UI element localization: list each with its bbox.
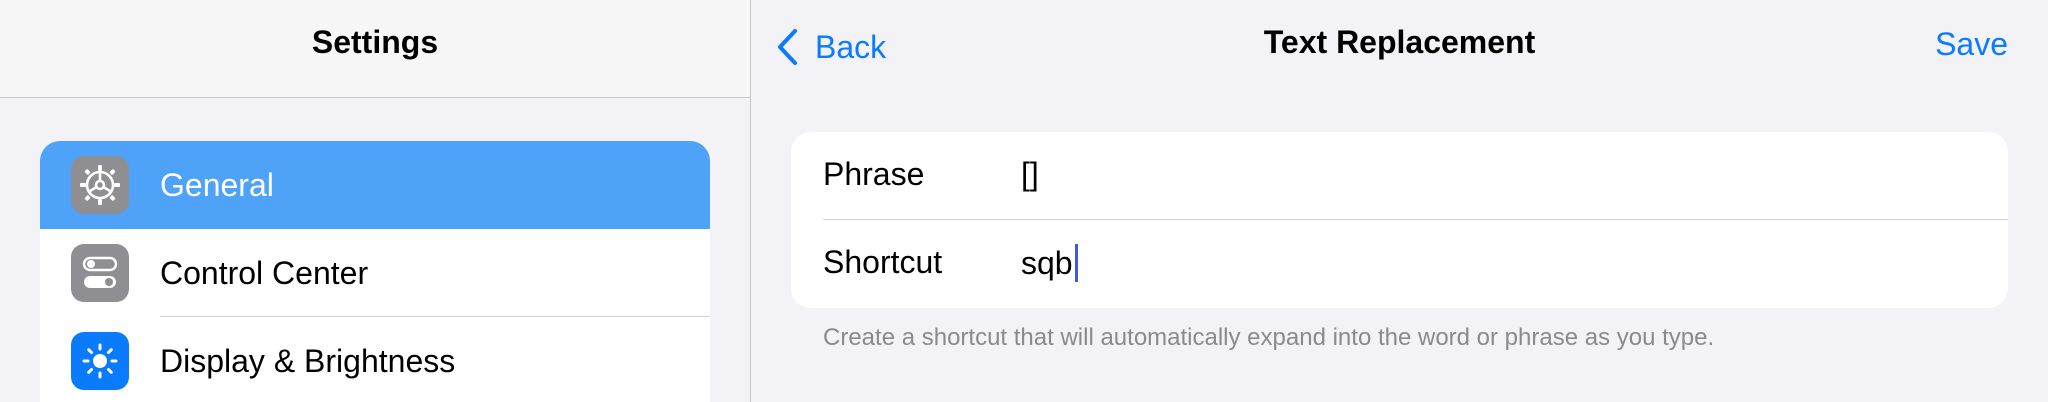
settings-sidebar: Settings General Control Center Display …	[0, 0, 751, 402]
app-window: Settings General Control Center Display …	[0, 0, 2048, 402]
phrase-label: Phrase	[823, 156, 925, 192]
sidebar-item-label: General	[160, 167, 274, 203]
footer-hint: Create a shortcut that will automaticall…	[823, 324, 1715, 351]
sidebar-list: General Control Center Display & Brightn…	[40, 141, 710, 402]
text-replacement-pane: Back Text Replacement Save Phrase [] Sho…	[751, 0, 2048, 402]
phrase-value: []	[1021, 156, 1039, 192]
sidebar-header: Settings	[0, 0, 750, 98]
shortcut-label: Shortcut	[823, 244, 943, 280]
sun-icon	[71, 332, 129, 390]
text-replacement-form: Phrase [] Shortcut sqb	[791, 132, 2008, 308]
gear-icon	[71, 156, 129, 214]
phrase-row[interactable]: Phrase []	[791, 132, 2008, 220]
shortcut-field[interactable]: sqb	[1021, 244, 1078, 282]
sidebar-item-display-brightness[interactable]: Display & Brightness	[40, 317, 710, 402]
sidebar-title: Settings	[311, 24, 439, 60]
sidebar-item-label: Control Center	[160, 255, 369, 291]
shortcut-value: sqb	[1021, 244, 1073, 281]
sidebar-item-control-center[interactable]: Control Center	[40, 229, 710, 317]
toggles-icon	[71, 244, 129, 302]
text-caret	[1074, 244, 1078, 282]
sidebar-item-label: Display & Brightness	[160, 343, 456, 379]
shortcut-row[interactable]: Shortcut sqb	[791, 220, 2008, 308]
page-title: Text Replacement	[1263, 24, 1536, 60]
sidebar-item-general[interactable]: General	[40, 141, 710, 229]
phrase-field[interactable]: []	[1021, 156, 1039, 193]
save-button[interactable]: Save	[1935, 26, 2008, 63]
